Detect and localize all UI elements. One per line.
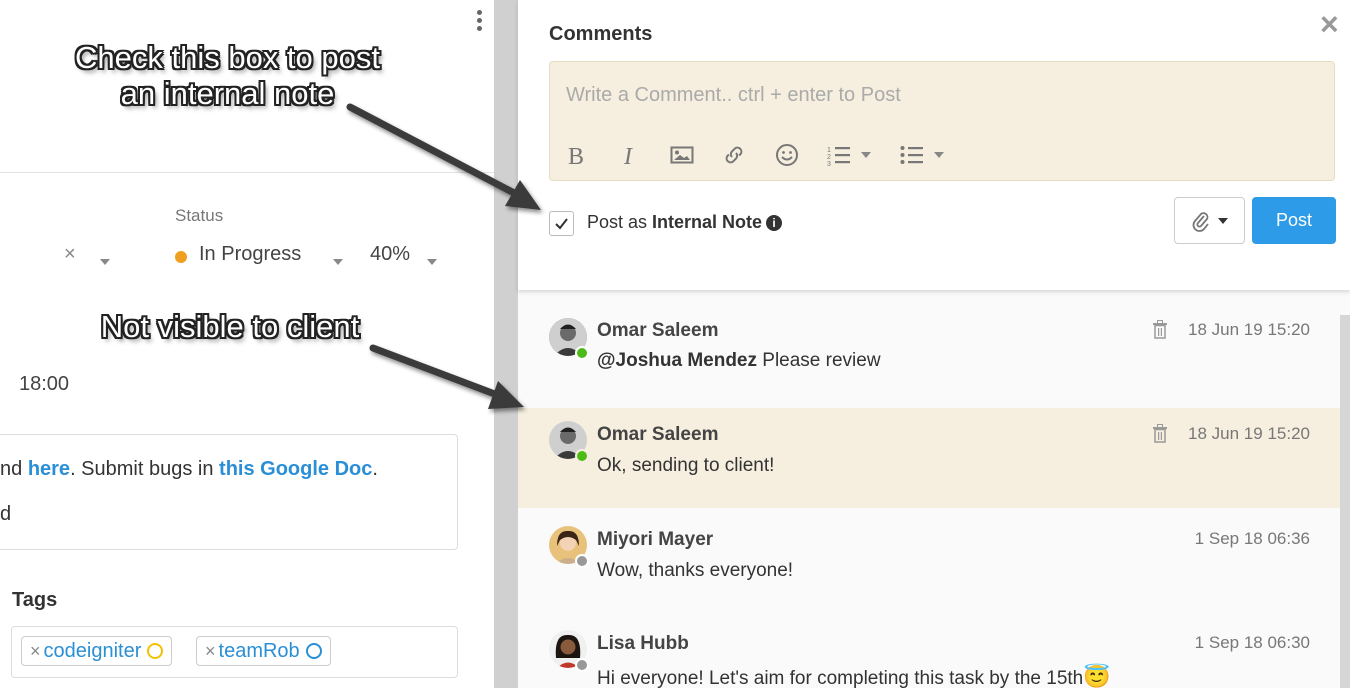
tag-label: teamRob [218, 639, 300, 662]
due-time[interactable]: 18:00 [19, 373, 69, 396]
comment-text: Wow, thanks everyone! [597, 560, 794, 581]
chevron-down-icon[interactable] [100, 252, 110, 270]
trash-icon[interactable] [1152, 320, 1168, 339]
online-status-icon [575, 449, 589, 463]
more-options-icon[interactable] [470, 10, 488, 36]
chevron-down-icon [1217, 217, 1228, 224]
chevron-down-icon[interactable] [861, 152, 871, 158]
svg-text:I: I [623, 144, 633, 167]
remove-tag-icon[interactable]: × [205, 641, 216, 662]
tag-chip[interactable]: × codeigniter [21, 636, 173, 666]
scrollbar[interactable] [1340, 315, 1350, 688]
attach-button[interactable] [1174, 197, 1245, 244]
comments-title: Comments [549, 23, 653, 45]
ordered-list-icon[interactable]: 123 [827, 140, 871, 170]
link-icon[interactable] [722, 140, 746, 170]
svg-text:B: B [568, 144, 584, 167]
comment-item: Lisa Hubb Hi everyone! Let's aim for com… [518, 612, 1340, 689]
annotation-callout: Not visible to client [100, 309, 360, 344]
comment-timestamp: 1 Sep 18 06:36 [1194, 529, 1310, 548]
offline-status-icon [575, 554, 589, 568]
chevron-down-icon[interactable] [333, 252, 343, 270]
comment-item-internal: Omar Saleem Ok, sending to client! 18 Ju… [518, 408, 1340, 508]
divider [0, 172, 494, 173]
comment-item: Miyori Mayer Wow, thanks everyone! 1 Sep… [518, 508, 1340, 612]
comment-timestamp: 18 Jun 19 15:20 [1188, 320, 1310, 339]
comment-text: @Joshua Mendez Please review [597, 350, 881, 371]
status-select[interactable]: In Progress [199, 243, 301, 266]
description-box [0, 434, 458, 550]
chevron-down-icon[interactable] [427, 252, 437, 270]
comment-author: Lisa Hubb [597, 633, 689, 654]
clear-field-icon[interactable]: × [64, 243, 76, 266]
svg-text:1: 1 [827, 147, 831, 154]
close-icon[interactable]: × [1320, 8, 1339, 40]
comment-author: Omar Saleem [597, 424, 719, 445]
description-text-line2: d [0, 503, 12, 525]
description-link-here[interactable]: here [28, 458, 70, 480]
comment-author: Omar Saleem [597, 320, 719, 341]
comment-timestamp: 18 Jun 19 15:20 [1188, 424, 1310, 443]
comment-text: Hi everyone! Let's aim for completing th… [597, 664, 1111, 689]
comment-item: Omar Saleem @Joshua Mendez Please review… [518, 300, 1340, 408]
trash-icon[interactable] [1152, 424, 1168, 443]
emoji-icon: 😇 [1083, 664, 1111, 689]
svg-text:3: 3 [827, 161, 831, 166]
info-icon[interactable]: i [766, 215, 783, 231]
tag-chip[interactable]: × teamRob [196, 636, 331, 666]
bold-icon[interactable]: B [567, 140, 587, 170]
status-dot [175, 251, 187, 263]
comment-input[interactable]: Write a Comment.. ctrl + enter to Post [566, 84, 901, 107]
image-icon[interactable] [670, 140, 694, 170]
post-button[interactable]: Post [1252, 197, 1336, 244]
chevron-down-icon[interactable] [934, 152, 944, 158]
description-link-google-doc[interactable]: this Google Doc [219, 458, 372, 480]
comment-timestamp: 1 Sep 18 06:30 [1194, 633, 1310, 652]
internal-note-checkbox[interactable] [549, 211, 574, 236]
paperclip-icon [1192, 211, 1209, 232]
online-status-icon [575, 346, 589, 360]
progress-select[interactable]: 40% [370, 243, 410, 266]
annotation-callout: Check this box to post an internal note [75, 40, 380, 111]
description-text: nd here. Submit bugs in this Google Doc. [0, 458, 378, 480]
italic-icon[interactable]: I [622, 140, 638, 170]
tags-label: Tags [12, 589, 58, 611]
unordered-list-icon[interactable] [900, 140, 944, 170]
tag-label: codeigniter [43, 639, 142, 662]
internal-note-label[interactable]: Post as Internal Note i [587, 212, 783, 233]
checkmark-icon [555, 218, 568, 230]
status-label: Status [175, 206, 224, 225]
offline-status-icon [575, 658, 589, 672]
tags-input[interactable]: × codeigniter × teamRob [11, 626, 458, 678]
tag-color-icon [305, 643, 322, 659]
remove-tag-icon[interactable]: × [30, 641, 41, 662]
mention[interactable]: @Joshua Mendez [597, 350, 757, 371]
comment-text: Ok, sending to client! [597, 455, 775, 476]
scrollbar-gutter [494, 0, 518, 688]
emoji-icon[interactable] [775, 140, 799, 170]
svg-text:2: 2 [827, 154, 831, 161]
tag-color-icon [147, 643, 164, 659]
comment-author: Miyori Mayer [597, 529, 714, 550]
